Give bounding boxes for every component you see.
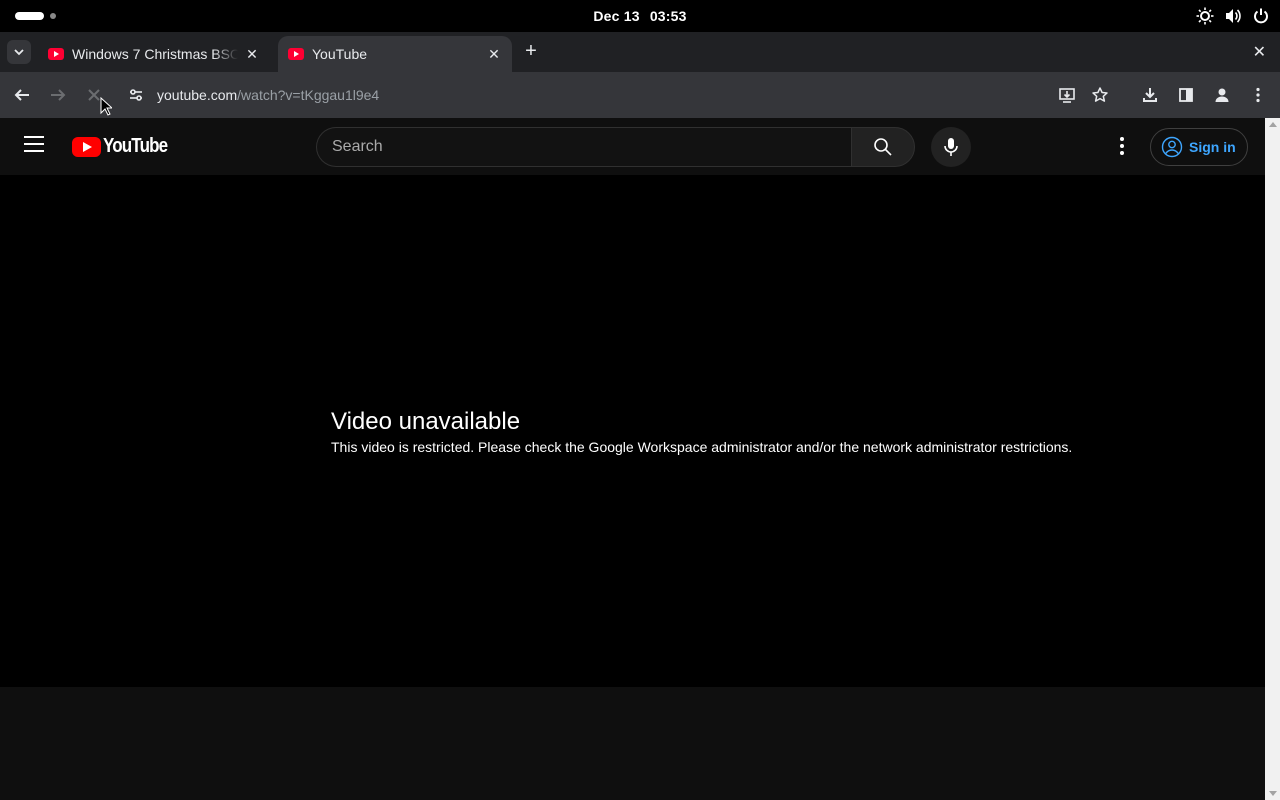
url-host: youtube.com	[157, 87, 238, 103]
url-path: /watch?v=tKggau1l9e4	[237, 87, 380, 103]
tab-youtube[interactable]: YouTube ✕	[278, 36, 512, 72]
arrow-left-icon	[14, 89, 29, 101]
scroll-up-arrow-icon[interactable]	[1269, 122, 1277, 127]
back-button[interactable]	[10, 83, 34, 107]
error-title: Video unavailable	[331, 408, 521, 435]
mouse-cursor-icon	[100, 97, 112, 116]
hamburger-icon	[24, 136, 44, 138]
sign-in-button[interactable]: Sign in	[1150, 128, 1248, 166]
youtube-play-icon	[72, 136, 101, 157]
install-app-button[interactable]	[1055, 83, 1079, 107]
page-scrollbar[interactable]	[1265, 118, 1280, 800]
youtube-wordmark: YouTube	[103, 135, 168, 157]
clock-time: 03:53	[649, 8, 687, 24]
volume-icon	[1226, 9, 1241, 23]
browser-menu-button[interactable]	[1246, 83, 1270, 107]
video-player: Video unavailable This video is restrict…	[0, 175, 1265, 687]
install-icon	[1059, 88, 1075, 103]
search-button[interactable]	[851, 127, 915, 167]
system-tray[interactable]	[1196, 7, 1270, 25]
tab-title: Windows 7 Christmas BSOD	[72, 46, 238, 62]
star-icon	[1092, 87, 1108, 102]
system-top-bar: Dec 13 03:53	[0, 0, 1280, 32]
sign-in-label: Sign in	[1189, 139, 1236, 155]
forward-button[interactable]	[46, 83, 70, 107]
clock-date: Dec 13	[593, 8, 640, 24]
more-vert-icon	[1120, 137, 1124, 141]
youtube-logo[interactable]: YouTube	[72, 135, 179, 158]
more-vert-icon	[1256, 87, 1260, 103]
guide-menu-button[interactable]	[24, 136, 48, 156]
tab-windows-christmas[interactable]: Windows 7 Christmas BSOD ✕	[38, 36, 270, 72]
microphone-icon	[944, 138, 958, 156]
window-close-button[interactable]: ✕	[1253, 42, 1266, 62]
clock[interactable]: Dec 13 03:53	[0, 8, 1280, 24]
search-placeholder: Search	[332, 138, 383, 155]
power-icon	[1254, 8, 1268, 24]
youtube-favicon-icon	[288, 48, 304, 60]
error-message: This video is restricted. Please check t…	[331, 439, 1073, 455]
settings-menu-button[interactable]	[1112, 134, 1132, 158]
address-bar[interactable]: youtube.com/watch?v=tKggau1l9e4	[157, 87, 379, 103]
brightness-icon	[1196, 7, 1214, 25]
arrow-right-icon	[51, 89, 66, 101]
new-tab-button[interactable]: +	[520, 40, 542, 62]
below-player-area	[0, 687, 1265, 800]
tab-search-button[interactable]	[7, 40, 31, 64]
person-icon	[1215, 88, 1229, 102]
bookmark-button[interactable]	[1088, 83, 1112, 107]
account-circle-icon	[1161, 136, 1183, 158]
search-icon	[874, 138, 892, 156]
profile-button[interactable]	[1210, 83, 1234, 107]
tab-title: YouTube	[312, 46, 368, 62]
download-icon	[1143, 88, 1157, 102]
search-input[interactable]: Search	[316, 127, 852, 167]
close-icon[interactable]: ✕	[244, 46, 260, 62]
side-panel-icon	[1179, 88, 1193, 102]
youtube-masthead: YouTube Search Sign in	[0, 118, 1265, 175]
downloads-button[interactable]	[1138, 83, 1162, 107]
site-info-button[interactable]	[124, 83, 148, 107]
close-icon[interactable]: ✕	[486, 46, 502, 62]
tune-icon	[130, 89, 142, 101]
youtube-favicon-icon	[48, 48, 64, 60]
browser-tab-strip: Windows 7 Christmas BSOD ✕ YouTube ✕ + ✕	[0, 32, 1280, 72]
scroll-down-arrow-icon[interactable]	[1269, 791, 1277, 796]
side-panel-button[interactable]	[1174, 83, 1198, 107]
voice-search-button[interactable]	[931, 127, 971, 167]
chevron-down-icon	[14, 49, 24, 56]
